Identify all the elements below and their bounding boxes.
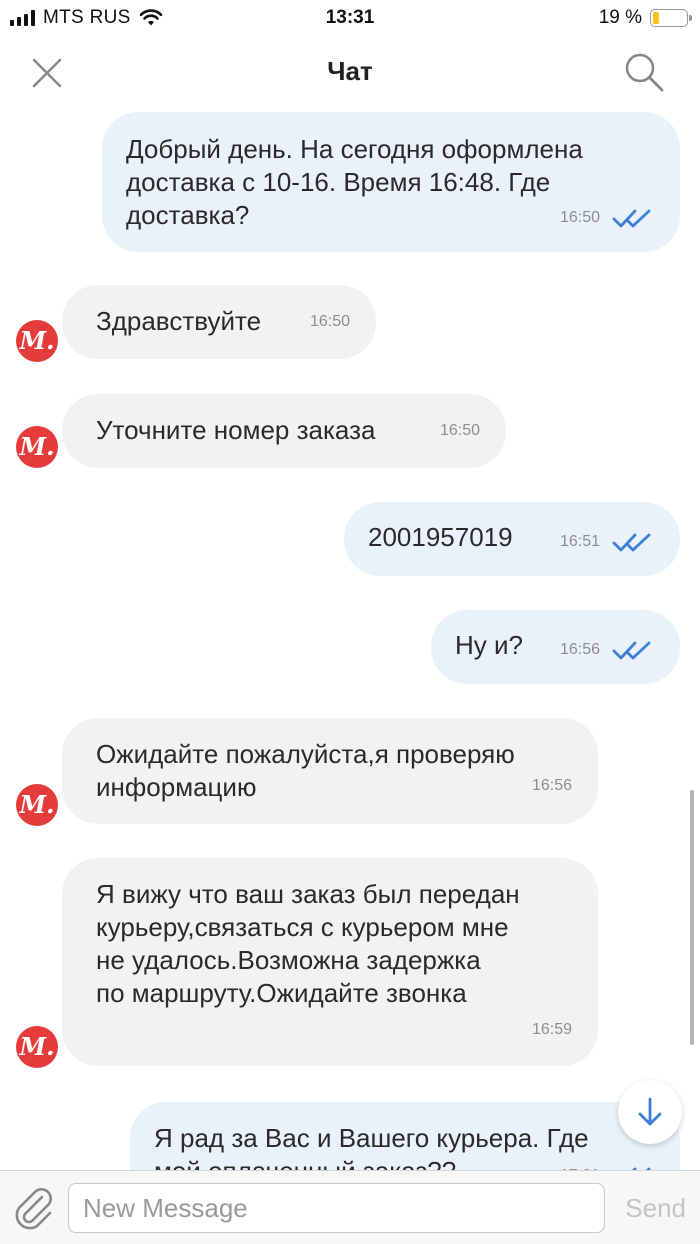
message-bubble-incoming[interactable]: Ожидайте пожалуйста,я проверяю информаци… xyxy=(62,718,598,824)
scrollbar[interactable] xyxy=(690,790,694,1045)
message-text: Я вижу что ваш заказ был передан курьеру… xyxy=(96,879,520,1008)
message-time: 16:50 xyxy=(439,422,480,439)
double-check-icon xyxy=(612,209,651,227)
status-right: 19 % xyxy=(598,7,692,29)
search-icon[interactable] xyxy=(622,50,666,94)
message-text: Здравствуйте xyxy=(96,306,262,336)
message-time: 16:50 xyxy=(559,209,600,226)
message-bubble-incoming[interactable]: Уточните номер заказа 16:50 xyxy=(62,394,506,468)
nav-bar: Чат xyxy=(0,36,700,108)
send-button[interactable]: Send xyxy=(625,1193,686,1224)
message-meta: 16:50 xyxy=(560,201,654,234)
message-composer: Send xyxy=(0,1170,700,1244)
message-bubble-outgoing[interactable]: 2001957019 16:51 xyxy=(344,502,680,576)
status-bar: MTS RUS 13:31 19 % xyxy=(0,0,700,36)
battery-fill xyxy=(653,12,660,24)
paperclip-icon[interactable] xyxy=(12,1185,56,1231)
message-text: Ожидайте пожалуйста,я проверяю информаци… xyxy=(96,739,515,802)
chat-screen: MTS RUS 13:31 19 % Чат Добрый день. На с… xyxy=(0,0,700,1244)
message-time: 16:56 xyxy=(531,777,572,794)
message-time: 16:59 xyxy=(531,1021,572,1038)
message-bubble-incoming[interactable]: Здравствуйте 16:50 xyxy=(62,285,376,359)
message-time: 16:50 xyxy=(309,313,350,330)
message-text: Уточните номер заказа xyxy=(96,415,376,445)
double-check-icon xyxy=(612,641,651,659)
scroll-to-bottom-button[interactable] xyxy=(618,1080,682,1144)
status-time: 13:31 xyxy=(325,7,375,28)
message-meta: 16:50 xyxy=(310,305,350,338)
avatar: М. xyxy=(16,320,58,362)
page-title: Чат xyxy=(327,56,373,86)
avatar: М. xyxy=(16,784,58,826)
message-time: 16:56 xyxy=(559,641,600,658)
message-time: 17:01 xyxy=(560,1159,600,1170)
message-input[interactable] xyxy=(68,1183,605,1233)
message-meta: 16:51 xyxy=(560,525,654,558)
message-meta: 16:56 xyxy=(560,633,654,666)
avatar: М. xyxy=(16,426,58,468)
message-bubble-outgoing[interactable]: Добрый день. На сегодня оформлена достав… xyxy=(102,112,680,252)
message-meta: 16:50 xyxy=(440,414,480,447)
message-time: 16:51 xyxy=(559,533,600,550)
avatar: М. xyxy=(16,1026,58,1068)
message-list[interactable]: Добрый день. На сегодня оформлена достав… xyxy=(0,108,700,1170)
message-meta: 17:01 xyxy=(560,1159,654,1170)
message-bubble-outgoing[interactable]: Я рад за Вас и Вашего курьера. Где мой о… xyxy=(130,1102,680,1170)
message-bubble-incoming[interactable]: Я вижу что ваш заказ был передан курьеру… xyxy=(62,858,598,1066)
message-bubble-outgoing[interactable]: Ну и? 16:56 xyxy=(431,610,680,684)
arrow-down-icon xyxy=(638,1097,662,1126)
message-meta: 16:59 xyxy=(532,1013,572,1046)
battery-percent: 19 % xyxy=(598,7,642,28)
message-meta: 16:56 xyxy=(532,769,572,802)
battery-icon xyxy=(650,9,692,27)
double-check-icon xyxy=(612,533,651,551)
